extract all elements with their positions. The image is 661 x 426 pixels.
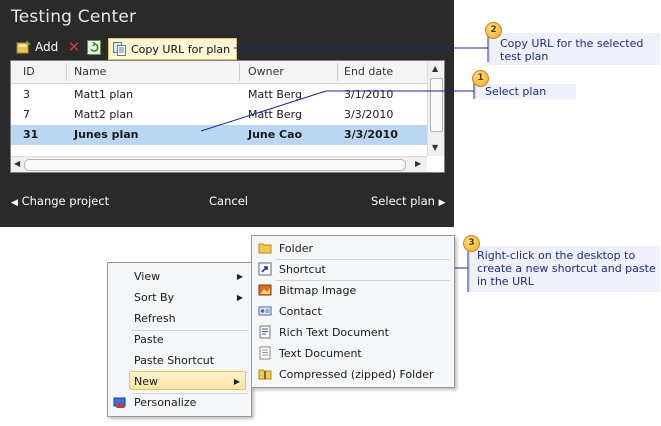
shortcut-icon xyxy=(258,262,272,276)
menu-item-personalize[interactable]: Personalize xyxy=(134,393,248,412)
submenu-item-folder[interactable]: Folder xyxy=(279,239,449,258)
submenu-arrow-icon: ▶ xyxy=(236,293,243,302)
submenu-item-shortcut[interactable]: Shortcut xyxy=(279,260,449,279)
submenu-item-compressed-folder[interactable]: Compressed (zipped) Folder xyxy=(279,365,449,384)
folder-icon xyxy=(258,243,272,254)
menu-item-paste[interactable]: Paste xyxy=(134,330,248,349)
submenu-item-contact[interactable]: Contact xyxy=(279,302,449,321)
menu-item-new[interactable]: New ▶ xyxy=(129,371,246,390)
menu-item-refresh[interactable]: Refresh xyxy=(134,309,248,328)
submenu-arrow-icon: ▶ xyxy=(233,377,240,386)
menu-item-label: New xyxy=(134,375,158,388)
submenu-arrow-icon: ▶ xyxy=(236,272,243,281)
contact-icon xyxy=(258,306,272,316)
submenu-item-text-document[interactable]: Text Document xyxy=(279,344,449,363)
zipped-folder-icon xyxy=(258,369,272,380)
desktop-context-menu: View ▶ Sort By ▶ Refresh Paste Paste Sho… xyxy=(107,262,252,417)
new-submenu: Folder Shortcut Bitmap Image Contact Ric… xyxy=(251,235,455,388)
callout-3-text: Right-click on the desktop to create a n… xyxy=(477,249,656,288)
submenu-item-rich-text-document[interactable]: Rich Text Document xyxy=(279,323,449,342)
callout-2-text: Copy URL for the selected test plan xyxy=(500,37,644,63)
callout-1-text: Select plan xyxy=(485,85,547,98)
menu-item-sort-by[interactable]: Sort By ▶ xyxy=(134,288,248,307)
text-document-icon xyxy=(259,346,271,360)
personalize-icon xyxy=(113,397,126,408)
menu-item-label: View xyxy=(134,270,161,283)
menu-item-paste-shortcut[interactable]: Paste Shortcut xyxy=(134,351,248,370)
menu-item-view[interactable]: View ▶ xyxy=(134,267,248,286)
menu-item-label: Sort By xyxy=(134,291,175,304)
rich-text-document-icon xyxy=(259,325,271,339)
submenu-item-bitmap-image[interactable]: Bitmap Image xyxy=(279,281,449,300)
bitmap-image-icon xyxy=(258,284,272,296)
